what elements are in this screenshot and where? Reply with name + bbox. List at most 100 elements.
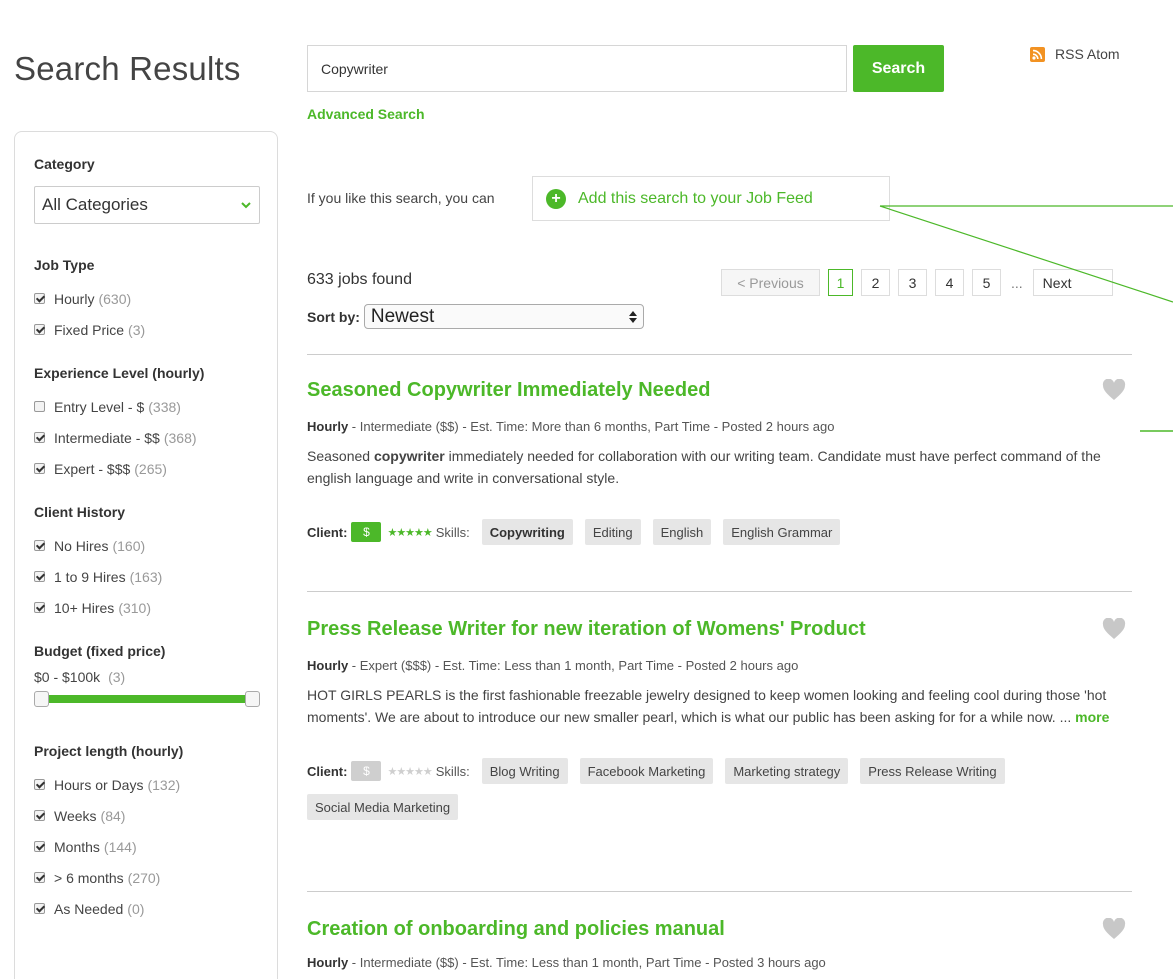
- budget-filter: Budget (fixed price) $0 - $100k (3): [34, 643, 260, 707]
- client-rating-stars: ★★★★★: [387, 765, 432, 778]
- pagination-page[interactable]: 4: [935, 269, 964, 296]
- search-input-value: Copywriter: [321, 60, 388, 77]
- checkbox[interactable]: [34, 540, 45, 551]
- search-button[interactable]: Search: [853, 45, 944, 92]
- rss-label: RSS Atom: [1055, 46, 1120, 62]
- divider: [307, 891, 1132, 892]
- filter-title: Experience Level (hourly): [34, 365, 205, 381]
- pagination-next[interactable]: Next: [1032, 269, 1113, 296]
- filter-option-weeks[interactable]: Weeks (84): [34, 800, 259, 831]
- job-meta-details: - Intermediate ($$) - Est. Time: Less th…: [348, 955, 826, 970]
- sort-row: Sort by: Newest: [307, 304, 644, 329]
- filter-option-no-hires[interactable]: No Hires (160): [34, 530, 259, 561]
- filter-option-months[interactable]: Months (144): [34, 831, 259, 862]
- option-count: (84): [100, 807, 126, 824]
- skill-tag[interactable]: Copywriting: [481, 519, 573, 545]
- job-title-link[interactable]: Seasoned Copywriter Immediately Needed: [307, 379, 1132, 402]
- pagination-page[interactable]: 1: [828, 269, 853, 296]
- filter-option-hours-or-days[interactable]: Hours or Days (132): [34, 769, 259, 800]
- add-to-job-feed-button[interactable]: + Add this search to your Job Feed: [532, 176, 890, 221]
- checkbox[interactable]: [34, 779, 45, 790]
- checkbox[interactable]: [34, 571, 45, 582]
- option-count: (132): [147, 776, 181, 793]
- option-label: Weeks: [54, 807, 97, 824]
- jobs-found-count: 633 jobs found: [307, 271, 412, 288]
- filter-option-intermediate[interactable]: Intermediate - $$ (368): [34, 422, 259, 453]
- desc-text: HOT GIRLS PEARLS is the first fashionabl…: [307, 687, 1107, 725]
- checkbox[interactable]: [34, 602, 45, 613]
- pagination-page[interactable]: 2: [861, 269, 890, 296]
- skills-label: Skills:: [435, 763, 470, 779]
- job-feed-prompt: If you like this search, you can: [307, 190, 495, 206]
- option-count: (310): [118, 599, 151, 616]
- skill-tag[interactable]: English Grammar: [723, 519, 841, 545]
- job-card: Seasoned Copywriter Immediately Needed H…: [307, 379, 1132, 545]
- filter-option-1-to-9-hires[interactable]: 1 to 9 Hires (163): [34, 561, 259, 592]
- filter-option-10-plus-hires[interactable]: 10+ Hires (310): [34, 592, 259, 623]
- option-count: (3): [128, 321, 146, 338]
- skill-tag[interactable]: English: [652, 519, 712, 545]
- budget-slider[interactable]: [34, 691, 260, 707]
- pagination-previous[interactable]: < Previous: [721, 269, 820, 296]
- add-to-job-feed-label: Add this search to your Job Feed: [578, 189, 813, 207]
- pagination-page[interactable]: 3: [898, 269, 927, 296]
- experience-filter: Experience Level (hourly) Entry Level - …: [34, 365, 259, 484]
- category-select[interactable]: All Categories: [34, 186, 260, 224]
- option-label: 1 to 9 Hires: [54, 568, 126, 585]
- heart-icon[interactable]: [1102, 618, 1126, 640]
- job-title-link[interactable]: Creation of onboarding and policies manu…: [307, 918, 1132, 941]
- job-description: Seasoned copywriter immediately needed f…: [307, 445, 1129, 489]
- filter-option-as-needed[interactable]: As Needed (0): [34, 893, 259, 924]
- filter-option-more-than-6-months[interactable]: > 6 months (270): [34, 862, 259, 893]
- pagination-page[interactable]: 5: [972, 269, 1001, 296]
- rss-link[interactable]: RSS Atom: [1030, 46, 1120, 62]
- plus-circle-icon: +: [546, 188, 566, 209]
- option-count: (163): [129, 568, 163, 585]
- checkbox[interactable]: [34, 324, 45, 335]
- client-rating-stars: ★★★★★: [387, 526, 432, 539]
- checkbox[interactable]: [34, 872, 45, 883]
- job-title-link[interactable]: Press Release Writer for new iteration o…: [307, 618, 1132, 641]
- option-label: As Needed: [54, 900, 124, 917]
- skill-tag[interactable]: Social Media Marketing: [307, 794, 459, 820]
- slider-handle-min[interactable]: [34, 691, 49, 707]
- slider-handle-max[interactable]: [245, 691, 260, 707]
- checkbox[interactable]: [34, 841, 45, 852]
- sort-label: Sort by:: [307, 308, 360, 325]
- checkbox[interactable]: [34, 903, 45, 914]
- page-title: Search Results: [14, 50, 241, 87]
- filter-option-fixed-price[interactable]: Fixed Price (3): [34, 314, 259, 345]
- option-label: Expert - $$$: [54, 460, 131, 477]
- job-description: HOT GIRLS PEARLS is the first fashionabl…: [307, 684, 1129, 728]
- client-skills-row: Client: $ ★★★★★ Skills: Copywriting Edit…: [307, 519, 1132, 545]
- pagination-ellipsis: ...: [1011, 274, 1023, 291]
- skill-tag[interactable]: Marketing strategy: [725, 758, 849, 784]
- checkbox[interactable]: [34, 463, 45, 474]
- option-label: Hourly: [54, 290, 95, 307]
- option-count: (3): [108, 669, 126, 685]
- sort-select[interactable]: Newest: [363, 304, 644, 329]
- filter-option-hourly[interactable]: Hourly (630): [34, 283, 259, 314]
- heart-icon[interactable]: [1102, 379, 1126, 401]
- skill-tag[interactable]: Editing: [584, 519, 641, 545]
- checkbox[interactable]: [34, 401, 45, 412]
- checkbox[interactable]: [34, 293, 45, 304]
- checkbox[interactable]: [34, 432, 45, 443]
- filter-option-expert[interactable]: Expert - $$$ (265): [34, 453, 259, 484]
- filter-title: Client History: [34, 504, 126, 520]
- skill-tag[interactable]: Press Release Writing: [860, 758, 1005, 784]
- option-count: (338): [148, 398, 181, 415]
- job-card: Press Release Writer for new iteration o…: [307, 618, 1132, 820]
- skill-tag[interactable]: Facebook Marketing: [579, 758, 714, 784]
- advanced-search-link[interactable]: Advanced Search: [307, 106, 425, 122]
- payment-unverified-badge: $: [351, 761, 382, 781]
- search-input[interactable]: Copywriter: [307, 45, 847, 92]
- more-link[interactable]: more: [1075, 709, 1109, 725]
- desc-text: Seasoned: [307, 448, 374, 464]
- skill-tag[interactable]: Blog Writing: [481, 758, 568, 784]
- job-type: Hourly: [307, 658, 349, 673]
- filter-option-entry[interactable]: Entry Level - $ (338): [34, 391, 259, 422]
- checkbox[interactable]: [34, 810, 45, 821]
- heart-icon[interactable]: [1102, 918, 1126, 940]
- option-count: (144): [103, 838, 137, 855]
